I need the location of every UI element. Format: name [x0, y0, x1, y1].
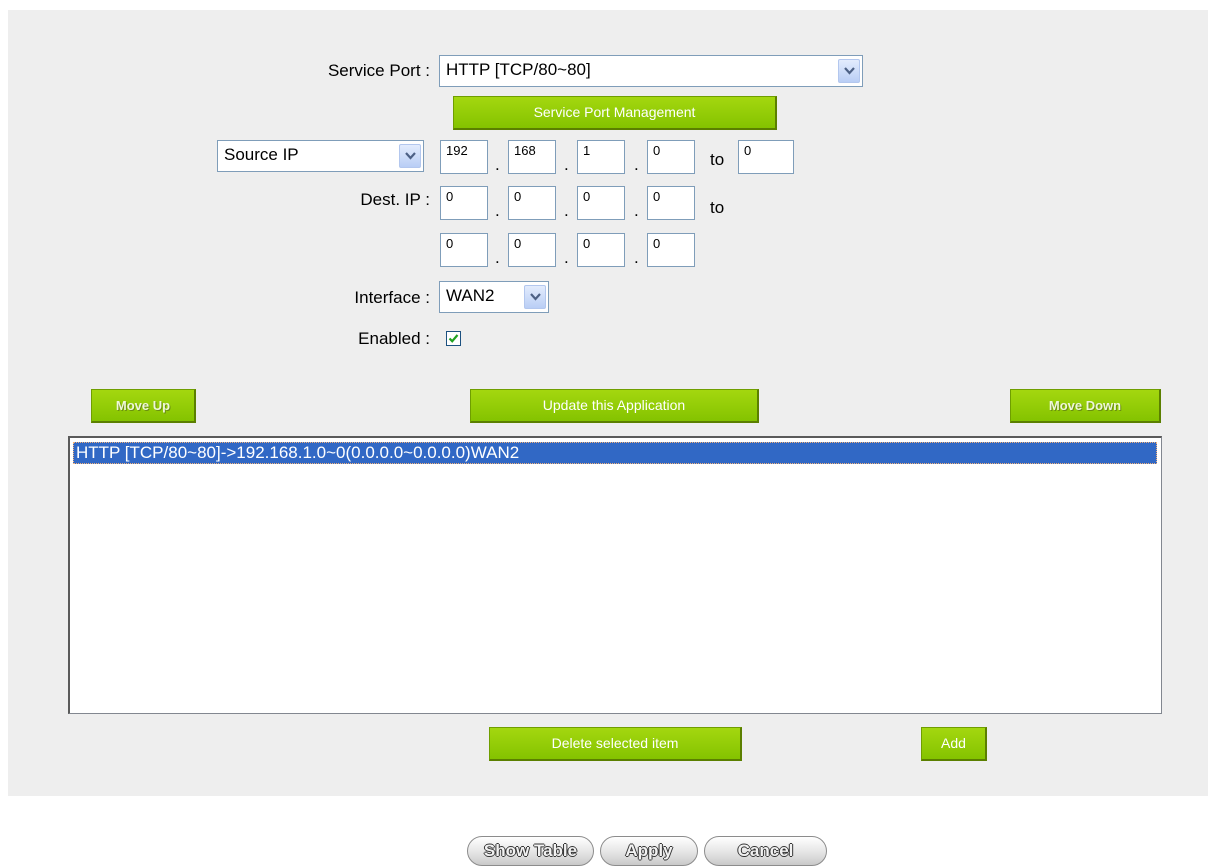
cancel-label: Cancel — [737, 841, 794, 860]
add-button[interactable]: Add — [921, 727, 987, 761]
show-table-button[interactable]: Show Table — [467, 836, 594, 866]
ip-separator: . — [495, 155, 500, 174]
delete-selected-label: Delete selected item — [551, 735, 679, 751]
ip-separator: . — [564, 248, 569, 267]
ip-separator: . — [564, 155, 569, 174]
service-port-management-button[interactable]: Service Port Management — [453, 96, 777, 130]
source-ip-octet-2[interactable]: 168 — [508, 140, 556, 174]
delete-selected-button[interactable]: Delete selected item — [489, 727, 742, 761]
move-down-button[interactable]: Move Down — [1010, 389, 1161, 423]
dest-ip-end-octet-3[interactable]: 0 — [577, 233, 625, 267]
ip-separator: . — [564, 201, 569, 220]
service-port-select[interactable]: HTTP [TCP/80~80] — [439, 55, 863, 87]
source-ip-end-octet[interactable]: 0 — [738, 140, 794, 174]
service-port-value: HTTP [TCP/80~80] — [446, 60, 591, 79]
dest-ip-start-octet-2[interactable]: 0 — [508, 186, 556, 220]
dest-ip-start-octet-1[interactable]: 0 — [440, 186, 488, 220]
move-up-button[interactable]: Move Up — [91, 389, 196, 423]
add-label: Add — [941, 735, 966, 751]
dest-ip-start-octet-3[interactable]: 0 — [577, 186, 625, 220]
dest-ip-end-octet-2[interactable]: 0 — [508, 233, 556, 267]
interface-value: WAN2 — [446, 286, 495, 305]
dest-to-label: to — [710, 198, 725, 217]
source-type-value: Source IP — [224, 145, 299, 164]
checkmark-icon — [448, 334, 459, 343]
enabled-label: Enabled : — [358, 329, 430, 348]
apply-button[interactable]: Apply — [600, 836, 698, 866]
move-up-label: Move Up — [115, 398, 171, 413]
ip-separator: . — [495, 201, 500, 220]
rules-listbox[interactable]: HTTP [TCP/80~80]->192.168.1.0~0(0.0.0.0~… — [68, 436, 1162, 714]
enabled-checkbox[interactable] — [446, 331, 461, 346]
ip-separator: . — [634, 248, 639, 267]
chevron-down-icon[interactable] — [838, 59, 860, 83]
show-table-label: Show Table — [483, 841, 578, 860]
source-ip-octet-3[interactable]: 1 — [577, 140, 625, 174]
ip-separator: . — [634, 201, 639, 220]
ip-separator: . — [495, 248, 500, 267]
move-down-label: Move Down — [1048, 398, 1122, 413]
ip-separator: . — [634, 155, 639, 174]
interface-select[interactable]: WAN2 — [439, 281, 549, 313]
source-type-select[interactable]: Source IP — [217, 140, 424, 172]
dest-ip-end-octet-1[interactable]: 0 — [440, 233, 488, 267]
dest-ip-label: Dest. IP : — [360, 190, 430, 209]
update-application-button[interactable]: Update this Application — [470, 389, 759, 423]
chevron-down-icon[interactable] — [399, 144, 421, 168]
source-ip-octet-1[interactable]: 192 — [440, 140, 488, 174]
chevron-down-icon[interactable] — [524, 285, 546, 309]
service-port-management-label: Service Port Management — [533, 104, 696, 120]
source-ip-octet-4[interactable]: 0 — [647, 140, 695, 174]
service-port-label: Service Port : — [327, 61, 430, 80]
apply-label: Apply — [625, 841, 673, 860]
dest-ip-end-octet-4[interactable]: 0 — [647, 233, 695, 267]
source-to-label: to — [710, 150, 725, 169]
cancel-button[interactable]: Cancel — [704, 836, 827, 866]
list-item[interactable]: HTTP [TCP/80~80]->192.168.1.0~0(0.0.0.0~… — [73, 442, 1157, 464]
update-application-label: Update this Application — [542, 397, 686, 413]
interface-label: Interface : — [354, 288, 430, 307]
dest-ip-start-octet-4[interactable]: 0 — [647, 186, 695, 220]
